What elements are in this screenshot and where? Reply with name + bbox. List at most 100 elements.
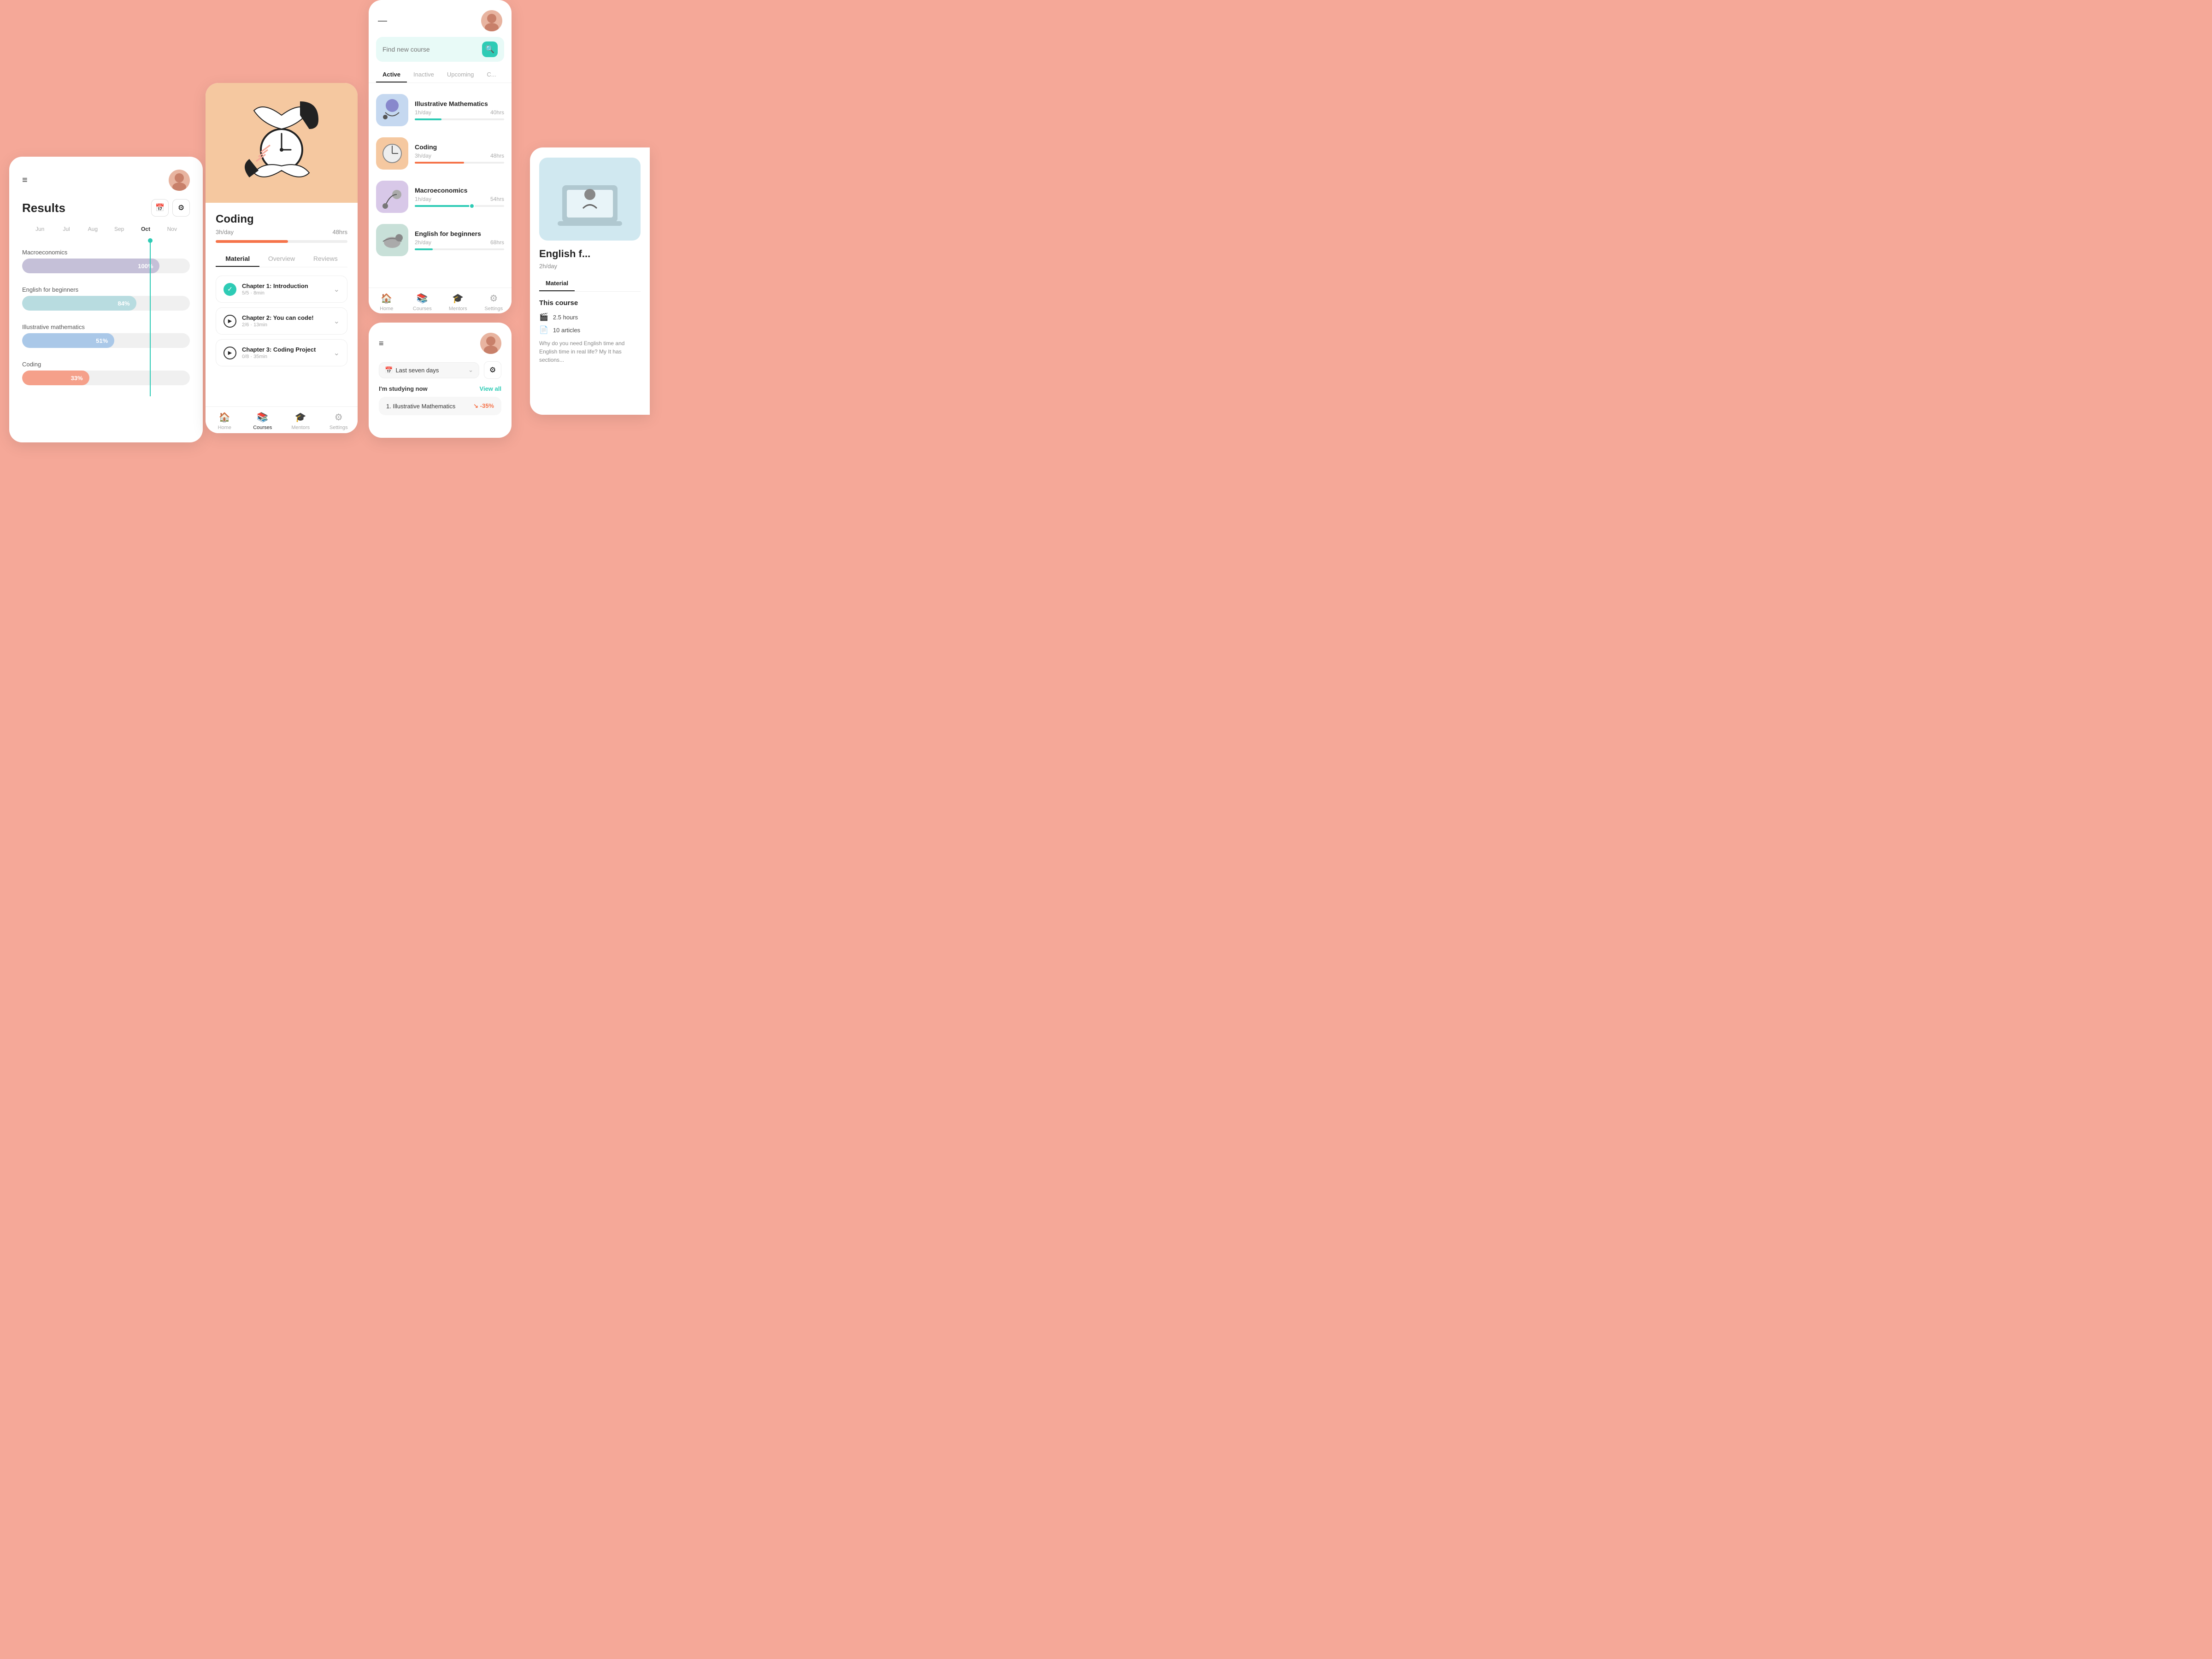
course-total-coding: 48hrs [490, 153, 504, 159]
filter-button[interactable]: ⚙ [172, 199, 190, 217]
course-total: 48hrs [332, 229, 347, 235]
stat-hours-row: 🎬 2.5 hours [539, 312, 641, 322]
english-course-pace: 2h/day [539, 263, 641, 270]
nav-home-courses[interactable]: 🏠 Home [369, 293, 405, 312]
menu-icon[interactable]: ≡ [22, 176, 28, 185]
tab-more[interactable]: C... [480, 67, 502, 82]
courses-list-card: — 🔍 Active Inactive Upcoming C... [369, 0, 512, 313]
tab-material[interactable]: Material [216, 251, 259, 267]
settings-icon: ⚙ [335, 412, 343, 423]
nav-settings-label: Settings [484, 306, 503, 312]
sliders-icon: ⚙ [489, 365, 496, 375]
studying-pct-badge: ↘ -35% [473, 402, 494, 410]
course-thumb-illustrative [376, 94, 408, 126]
course-progress-fill [216, 240, 288, 243]
avatar[interactable] [169, 170, 190, 191]
nav-courses-label: Courses [253, 425, 272, 430]
course-title: Coding [216, 213, 347, 226]
course-name-macroeconomics: Macroeconomics [415, 187, 504, 194]
course-name-english: English for beginners [415, 230, 504, 237]
home-icon: 🏠 [381, 293, 392, 304]
bottom-navigation: 🏠 Home 📚 Courses 🎓 Mentors ⚙ Settings [206, 406, 358, 433]
page-title: Results [22, 201, 65, 215]
avatar[interactable] [480, 333, 501, 354]
chapter-3-item[interactable]: ▶ Chapter 3: Coding Project 0/8 · 35min … [216, 339, 347, 366]
courses-icon: 📚 [257, 412, 268, 423]
filter-label: Last seven days [395, 367, 439, 374]
tab-material-english[interactable]: Material [539, 277, 575, 291]
nav-home-label: Home [380, 306, 393, 312]
nav-courses-courses[interactable]: 📚 Courses [405, 293, 441, 312]
chapter-3-play-icon: ▶ [224, 347, 236, 359]
nav-settings-courses[interactable]: ⚙ Settings [476, 293, 512, 312]
stat-hours: 2.5 hours [553, 314, 578, 321]
avatar[interactable] [481, 10, 502, 31]
search-bar[interactable]: 🔍 [376, 37, 504, 62]
course-name-coding: Coding [415, 143, 504, 151]
bar-pct-coding: 33% [71, 375, 83, 382]
month-oct: Oct [132, 226, 159, 232]
course-total-macroeconomics: 54hrs [490, 196, 504, 202]
course-pace-macroeconomics: 1h/day [415, 196, 431, 202]
nav-mentors[interactable]: 🎓 Mentors [282, 412, 320, 430]
video-icon: 🎬 [539, 312, 548, 322]
course-progress-macroeconomics [415, 205, 504, 207]
this-course-label: This course [539, 299, 641, 307]
articles-icon: 📄 [539, 325, 548, 335]
bar-label-coding: Coding [22, 361, 190, 368]
month-sep: Sep [106, 226, 132, 232]
chapter-2-item[interactable]: ▶ Chapter 2: You can code! 2/6 · 13min ⌄ [216, 307, 347, 335]
studying-item[interactable]: 1. Illustrative Mathematics ↘ -35% [379, 397, 501, 415]
filter-icon: ⚙ [178, 203, 184, 212]
tab-inactive[interactable]: Inactive [407, 67, 441, 82]
nav-home-label: Home [218, 425, 231, 430]
nav-settings[interactable]: ⚙ Settings [320, 412, 358, 430]
course-progress-track [216, 240, 347, 243]
bar-label-macroeconomics: Macroeconomics [22, 249, 190, 256]
stat-articles: 10 articles [553, 327, 580, 334]
tab-reviews[interactable]: Reviews [304, 251, 347, 267]
tab-upcoming[interactable]: Upcoming [441, 67, 481, 82]
mentors-icon: 🎓 [295, 412, 306, 423]
view-all-button[interactable]: View all [480, 385, 501, 392]
course-pace-coding: 3h/day [415, 153, 431, 159]
course-progress-illustrative [415, 118, 504, 120]
tab-overview[interactable]: Overview [259, 251, 303, 267]
course-item-macroeconomics[interactable]: Macroeconomics 1h/day 54hrs [369, 175, 512, 218]
settings-icon: ⚙ [489, 293, 498, 304]
nav-home[interactable]: 🏠 Home [206, 412, 244, 430]
course-item-english[interactable]: English for beginners 2h/day 68hrs [369, 218, 512, 262]
bar-label-english: English for beginners [22, 286, 190, 293]
menu-icon[interactable]: — [378, 16, 387, 26]
bar-pct-illustrative: 51% [96, 337, 108, 344]
course-pace-illustrative: 1h/day [415, 109, 431, 116]
calendar-icon: 📅 [155, 203, 165, 212]
date-filter-select[interactable]: 📅 Last seven days ⌄ [379, 362, 479, 378]
course-pace: 3h/day [216, 229, 234, 235]
calendar-button[interactable]: 📅 [151, 199, 169, 217]
home-icon: 🏠 [219, 412, 230, 423]
bar-coding: Coding 33% [22, 361, 190, 385]
english-tabs: Material [539, 277, 641, 292]
nav-mentors-courses[interactable]: 🎓 Mentors [440, 293, 476, 312]
month-jun: Jun [27, 226, 53, 232]
chevron-down-icon: ⌄ [334, 317, 340, 326]
filter-icon-button[interactable]: ⚙ [484, 361, 501, 379]
course-item-illustrative[interactable]: Illustrative Mathematics 1h/day 40hrs [369, 88, 512, 132]
menu-icon[interactable]: ≡ [379, 339, 384, 348]
course-item-coding[interactable]: Coding 3h/day 48hrs [369, 132, 512, 175]
studying-item-name: 1. Illustrative Mathematics [386, 403, 455, 410]
course-tabs: Material Overview Reviews [216, 251, 347, 267]
search-button[interactable]: 🔍 [482, 41, 498, 57]
chevron-down-icon: ⌄ [334, 348, 340, 358]
chapter-2-play-icon: ▶ [224, 315, 236, 328]
chapter-1-item[interactable]: ✓ Chapter 1: Introduction 5/5 · 8min ⌄ [216, 276, 347, 303]
chapter-1-name: Chapter 1: Introduction [242, 282, 308, 289]
chapter-3-name: Chapter 3: Coding Project [242, 346, 316, 353]
search-input[interactable] [382, 46, 477, 53]
course-thumb-coding [376, 137, 408, 170]
chevron-down-icon: ⌄ [468, 366, 473, 374]
tab-active[interactable]: Active [376, 67, 407, 82]
nav-courses[interactable]: 📚 Courses [244, 412, 282, 430]
bar-label-illustrative: Illustrative mathematics [22, 324, 190, 330]
